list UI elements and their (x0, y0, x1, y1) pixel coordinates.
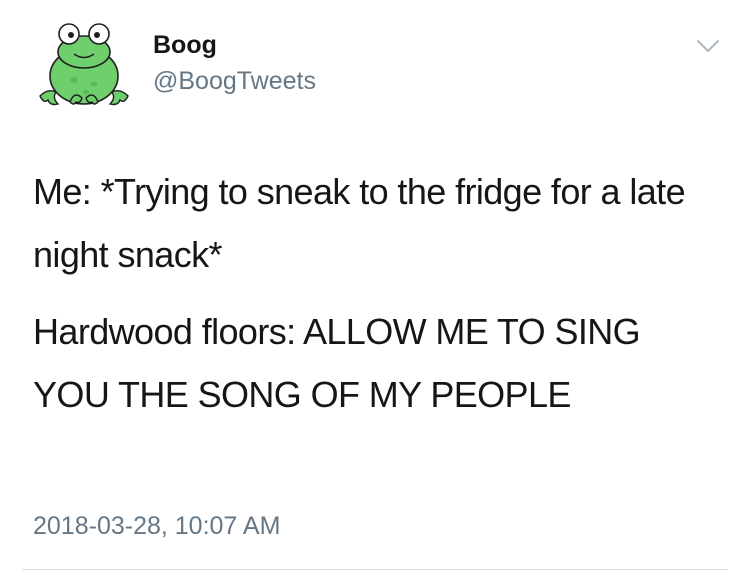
tweet-paragraph: Me: *Trying to sneak to the fridge for a… (33, 171, 686, 275)
frog-avatar-icon (39, 23, 129, 106)
tweet-paragraph: Hardwood floors: ALLOW ME TO SING YOU TH… (33, 311, 641, 415)
divider (22, 569, 728, 570)
tweet-menu-button[interactable] (693, 36, 723, 56)
chevron-down-icon (697, 40, 719, 52)
user-names: Boog @BoogTweets (153, 30, 316, 96)
user-handle[interactable]: @BoogTweets (153, 66, 316, 96)
avatar[interactable] (34, 14, 134, 114)
display-name[interactable]: Boog (153, 30, 316, 60)
tweet-text: Me: *Trying to sneak to the fridge for a… (33, 160, 723, 426)
tweet-timestamp[interactable]: 2018-03-28, 10:07 AM (33, 510, 280, 542)
tweet-card: Boog @BoogTweets Me: *Trying to sneak to… (0, 0, 750, 572)
